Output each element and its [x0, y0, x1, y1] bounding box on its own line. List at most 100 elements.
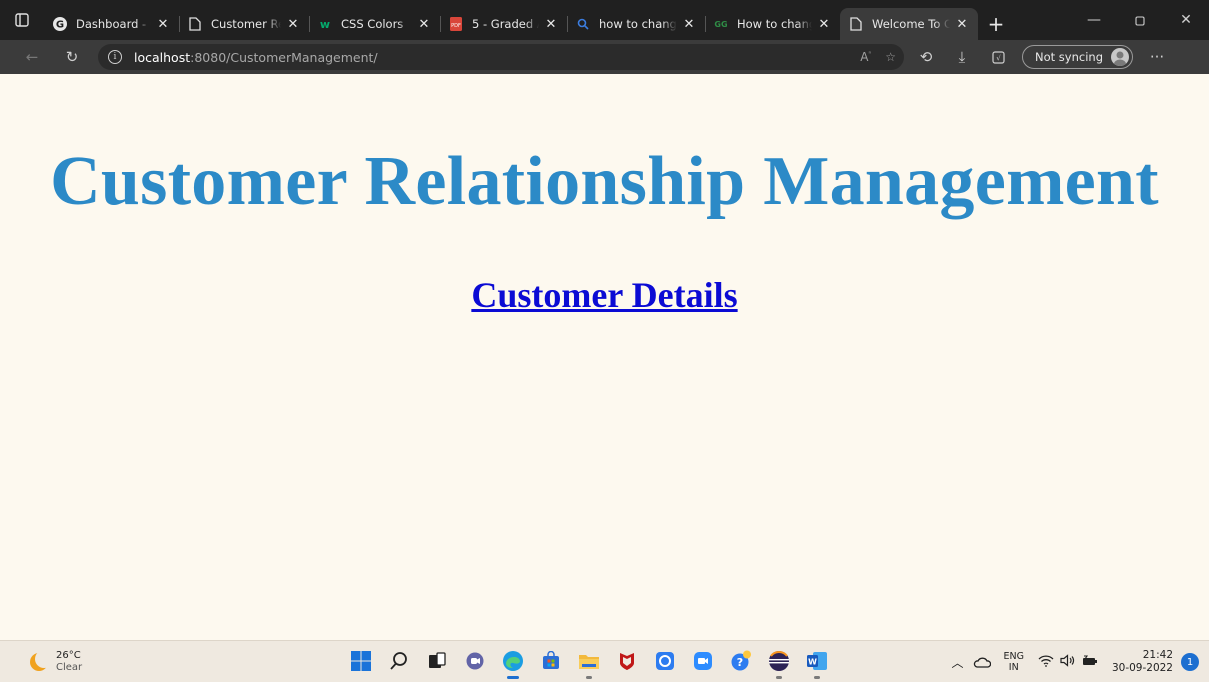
- active-app-indicator: [507, 676, 519, 679]
- running-app-indicator: [586, 676, 592, 679]
- tab-dashboard[interactable]: G Dashboard - Gr ✕: [44, 8, 179, 40]
- tab-how-to-change-gfg[interactable]: GG How to change ✕: [705, 8, 840, 40]
- close-tab-icon[interactable]: ✕: [954, 16, 970, 32]
- video-camera-icon: [694, 652, 712, 670]
- tab-title: 5 - Graded Ass: [472, 17, 539, 31]
- weather-widget[interactable]: 26°C Clear: [30, 650, 82, 674]
- edge-icon: [503, 651, 523, 671]
- volume-icon[interactable]: [1060, 654, 1076, 670]
- back-arrow-icon: ←: [25, 48, 39, 66]
- tab-title: CSS Colors: [341, 17, 404, 31]
- svg-text:GG: GG: [714, 20, 727, 29]
- search-button[interactable]: [385, 647, 413, 675]
- svg-text:G: G: [56, 20, 64, 31]
- site-info-icon[interactable]: i: [108, 50, 122, 64]
- microsoft-store-button[interactable]: [537, 647, 565, 675]
- restore-icon: [1134, 15, 1145, 26]
- history-button[interactable]: ⟲: [910, 43, 942, 71]
- moon-icon: [30, 650, 53, 671]
- chevron-up-icon[interactable]: ︿: [951, 654, 963, 671]
- google-favicon-icon: G: [52, 16, 68, 32]
- clock[interactable]: 21:42 30-09-2022: [1112, 649, 1173, 675]
- tab-title: Dashboard - Gr: [76, 17, 151, 31]
- weather-temperature: 26°C: [56, 650, 81, 661]
- tab-separator: [567, 16, 568, 32]
- store-icon: [543, 651, 559, 669]
- zoom-button[interactable]: [689, 647, 717, 675]
- add-favorite-icon[interactable]: ☆: [885, 50, 896, 64]
- start-button[interactable]: [347, 647, 375, 675]
- help-icon: ?: [731, 650, 751, 671]
- file-explorer-button[interactable]: [575, 647, 603, 679]
- page-content: Customer Relationship Management Custome…: [0, 74, 1209, 640]
- app-button-blue[interactable]: [651, 647, 679, 675]
- tab-title: Welcome To C: [872, 17, 950, 31]
- tab-css-colors[interactable]: w CSS Colors ✕: [309, 8, 440, 40]
- system-tray: ︿ ENG IN 21:42 30-09-2022 1: [951, 641, 1209, 682]
- url-host: localhost: [134, 49, 191, 65]
- gfg-icon: GG: [713, 16, 729, 32]
- taskbar-apps: ? W: [347, 647, 831, 679]
- chat-icon: [466, 652, 484, 670]
- new-tab-button[interactable]: +: [978, 8, 1014, 40]
- math-solver-button[interactable]: √: [982, 43, 1014, 71]
- blue-app-icon: [656, 652, 674, 670]
- downloads-button[interactable]: ⤓: [946, 43, 978, 71]
- folder-icon: [579, 655, 599, 669]
- refresh-icon: ↻: [65, 48, 79, 66]
- help-tips-button[interactable]: ?: [727, 647, 755, 675]
- task-view-icon: [429, 652, 446, 668]
- tab-graded-assignment[interactable]: PDF 5 - Graded Ass ✕: [440, 8, 567, 40]
- edge-browser-button[interactable]: [499, 647, 527, 679]
- eclipse-ide-button[interactable]: [765, 647, 793, 679]
- tab-how-to-change-search[interactable]: how to change ✕: [567, 8, 705, 40]
- wifi-icon[interactable]: [1038, 654, 1054, 670]
- minimize-icon: —: [1087, 12, 1101, 28]
- browser-toolbar: ← ↻ i localhost:8080/CustomerManagement/…: [0, 40, 1209, 74]
- clock-time: 21:42: [1142, 649, 1173, 661]
- close-tab-icon[interactable]: ✕: [543, 16, 559, 32]
- notification-badge[interactable]: 1: [1181, 653, 1199, 671]
- battery-charging-icon[interactable]: [1082, 654, 1098, 670]
- back-button[interactable]: ←: [16, 43, 48, 71]
- customer-details-link[interactable]: Customer Details: [0, 274, 1209, 316]
- close-icon: ✕: [1180, 12, 1192, 28]
- profile-sync-button[interactable]: Not syncing: [1022, 45, 1133, 69]
- restore-button[interactable]: [1117, 0, 1163, 40]
- svg-text:W: W: [808, 658, 817, 667]
- tab-actions-button[interactable]: [0, 0, 44, 40]
- close-tab-icon[interactable]: ✕: [285, 16, 301, 32]
- tab-title: How to change: [737, 17, 812, 31]
- mcafee-button[interactable]: [613, 647, 641, 675]
- settings-more-button[interactable]: ···: [1141, 43, 1173, 71]
- address-bar[interactable]: i localhost:8080/CustomerManagement/ Aⁿ …: [98, 44, 904, 70]
- svg-text:?: ?: [737, 656, 743, 669]
- word-icon: W: [807, 652, 827, 670]
- tab-customer-records[interactable]: Customer Reco ✕: [179, 8, 309, 40]
- weather-condition: Clear: [56, 662, 83, 673]
- tab-welcome-active[interactable]: Welcome To C ✕: [840, 8, 978, 40]
- clock-date: 30-09-2022: [1111, 662, 1173, 674]
- eclipse-icon: [769, 651, 789, 671]
- close-tab-icon[interactable]: ✕: [155, 16, 171, 32]
- close-tab-icon[interactable]: ✕: [816, 16, 832, 32]
- tab-separator: [179, 16, 180, 32]
- minimize-button[interactable]: —: [1071, 0, 1117, 40]
- close-tab-icon[interactable]: ✕: [416, 16, 432, 32]
- math-solver-icon: √: [991, 50, 1005, 64]
- close-tab-icon[interactable]: ✕: [681, 16, 697, 32]
- teams-chat-button[interactable]: [461, 647, 489, 675]
- plus-icon: +: [987, 12, 1005, 36]
- word-button[interactable]: W: [803, 647, 831, 679]
- tab-title: Customer Reco: [211, 17, 281, 31]
- windows-icon: [351, 651, 371, 671]
- refresh-button[interactable]: ↻: [56, 43, 88, 71]
- read-aloud-icon[interactable]: Aⁿ: [860, 50, 871, 64]
- search-icon: [575, 16, 591, 32]
- task-view-button[interactable]: [423, 647, 451, 675]
- onedrive-cloud-icon[interactable]: [973, 656, 992, 668]
- close-window-button[interactable]: ✕: [1163, 0, 1209, 40]
- language-indicator[interactable]: ENG IN: [1003, 651, 1023, 673]
- w3schools-icon: w: [317, 16, 333, 32]
- mcafee-shield-icon: [620, 653, 634, 670]
